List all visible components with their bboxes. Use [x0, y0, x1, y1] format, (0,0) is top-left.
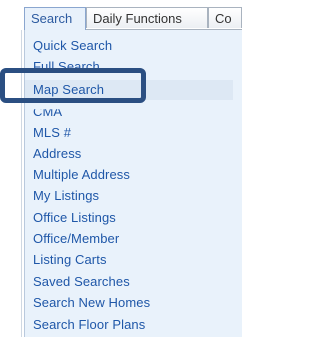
- menu-item-mls-number[interactable]: MLS #: [33, 125, 71, 140]
- menu-item-office-listings[interactable]: Office Listings: [33, 210, 116, 225]
- menu-item-quick-search[interactable]: Quick Search: [33, 38, 112, 53]
- menu-item-saved-searches[interactable]: Saved Searches: [33, 274, 130, 289]
- menu-item-cma[interactable]: CMA: [33, 109, 62, 119]
- menu-item-multiple-address[interactable]: Multiple Address: [33, 167, 130, 182]
- tab-search[interactable]: Search: [24, 7, 86, 30]
- tab-overflow[interactable]: Co: [208, 7, 242, 28]
- callout-highlight-box: [0, 68, 146, 103]
- menu-item-listing-carts[interactable]: Listing Carts: [33, 252, 107, 267]
- tab-daily-functions[interactable]: Daily Functions: [86, 7, 208, 28]
- search-menu-screenshot: Search Daily Functions Co Quick Search F…: [0, 0, 242, 337]
- menu-item-address[interactable]: Address: [33, 146, 81, 161]
- menu-item-search-new-homes[interactable]: Search New Homes: [33, 295, 150, 310]
- menu-item-search-floor-plans[interactable]: Search Floor Plans: [33, 317, 145, 332]
- menu-item-office-member[interactable]: Office/Member: [33, 231, 119, 246]
- menu-item-my-listings[interactable]: My Listings: [33, 188, 99, 203]
- tab-bar: Search Daily Functions Co: [24, 7, 242, 30]
